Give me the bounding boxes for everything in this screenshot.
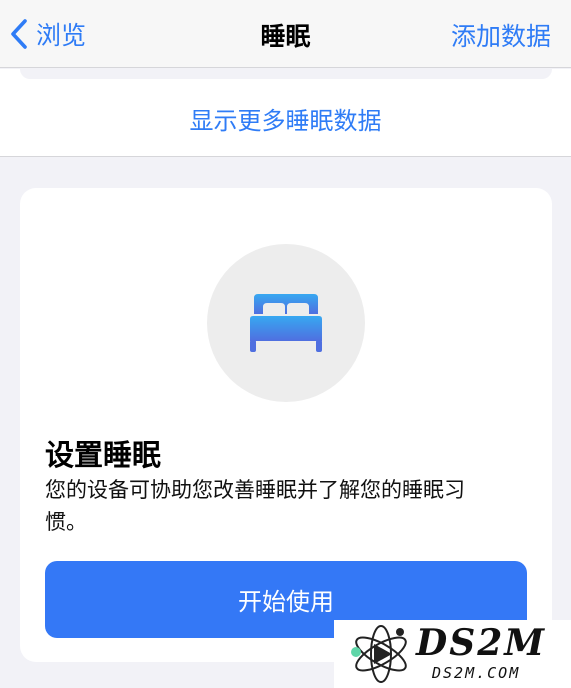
navigation-bar: 浏览 睡眠 添加数据 [0,0,571,68]
watermark-brand: DS2M [416,622,547,664]
setup-sleep-title: 设置睡眠 [45,438,162,472]
setup-sleep-card: 设置睡眠 您的设备可协助您改善睡眠并了解您的睡眠习惯。 开始使用 [20,188,552,662]
watermark-site: DS2M.COM [432,664,521,682]
bed-icon [250,294,322,352]
add-data-button[interactable]: 添加数据 [451,17,551,53]
bed-icon-circle [207,244,365,402]
setup-sleep-description: 您的设备可协助您改善睡眠并了解您的睡眠习惯。 [45,478,465,534]
show-more-sleep-data-link[interactable]: 显示更多睡眠数据 [0,101,571,136]
atom-logo-icon [351,625,407,683]
watermark: DS2M DS2M.COM [334,620,571,688]
sleep-data-section: 显示更多睡眠数据 [0,69,571,157]
previous-card-edge [20,69,552,79]
